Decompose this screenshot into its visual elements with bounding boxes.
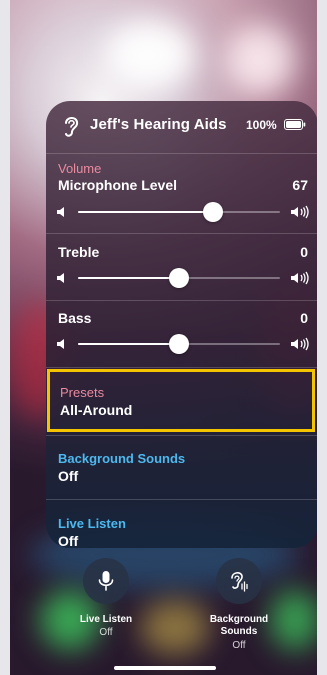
- device-name: Jeff's Hearing Aids: [90, 116, 227, 133]
- volume-high-icon: [291, 337, 309, 351]
- home-indicator[interactable]: [114, 666, 216, 670]
- presets-value: All-Around: [60, 402, 133, 418]
- live-listen-label: Live Listen: [58, 516, 126, 531]
- volume-high-icon: [291, 205, 309, 219]
- treble-slider[interactable]: [56, 268, 310, 288]
- volume-low-icon: [57, 207, 64, 217]
- slider-thumb[interactable]: [169, 334, 189, 354]
- presets-label: Presets: [60, 385, 105, 400]
- divider: [46, 300, 317, 301]
- battery-icon: [284, 119, 306, 130]
- hearing-aids-panel: Jeff's Hearing Aids 100% Volume Micropho…: [46, 101, 317, 548]
- ear-icon: [65, 117, 79, 137]
- microphone-level-slider[interactable]: [56, 202, 310, 222]
- microphone-level-value: 67: [292, 177, 308, 193]
- volume-low-icon: [57, 273, 64, 283]
- live-listen-value: Off: [58, 533, 79, 548]
- divider: [46, 367, 317, 368]
- background-blur: [105, 20, 195, 90]
- treble-title: Treble: [58, 244, 100, 260]
- background-sounds-button-status: Off: [232, 640, 246, 651]
- slider-fill: [78, 277, 179, 279]
- volume-low-icon: [57, 339, 64, 349]
- background-sounds-button-label: Background Sounds: [209, 614, 269, 637]
- live-listen-row[interactable]: Live Listen Off: [46, 500, 317, 548]
- live-listen-button-status: Off: [99, 627, 113, 638]
- microphone-level-title: Microphone Level: [58, 177, 178, 193]
- bass-value: 0: [300, 310, 308, 326]
- background-sounds-value: Off: [58, 468, 79, 484]
- ear-sound-icon: [231, 572, 248, 592]
- volume-section-label: Volume: [58, 161, 102, 176]
- background-sounds-label: Background Sounds: [58, 451, 186, 466]
- panel-header: Jeff's Hearing Aids 100%: [46, 101, 317, 153]
- slider-thumb[interactable]: [203, 202, 224, 222]
- background-sounds-button[interactable]: [216, 558, 262, 604]
- background-sounds-row[interactable]: Background Sounds Off: [46, 436, 317, 498]
- live-listen-button[interactable]: [83, 558, 129, 604]
- background-blur: [225, 25, 295, 95]
- slider-fill: [78, 343, 179, 345]
- presets-row[interactable]: Presets All-Around: [47, 369, 315, 432]
- bass-slider[interactable]: [56, 334, 310, 354]
- slider-fill: [78, 211, 214, 213]
- control-center-screen: Jeff's Hearing Aids 100% Volume Micropho…: [10, 0, 317, 675]
- divider: [46, 233, 317, 234]
- divider: [46, 153, 317, 154]
- live-listen-button-label: Live Listen: [79, 614, 133, 625]
- treble-value: 0: [300, 244, 308, 260]
- battery-percentage: 100%: [246, 118, 277, 132]
- slider-thumb[interactable]: [169, 268, 189, 288]
- bass-title: Bass: [58, 310, 92, 326]
- volume-high-icon: [291, 271, 309, 285]
- microphone-icon: [98, 571, 114, 591]
